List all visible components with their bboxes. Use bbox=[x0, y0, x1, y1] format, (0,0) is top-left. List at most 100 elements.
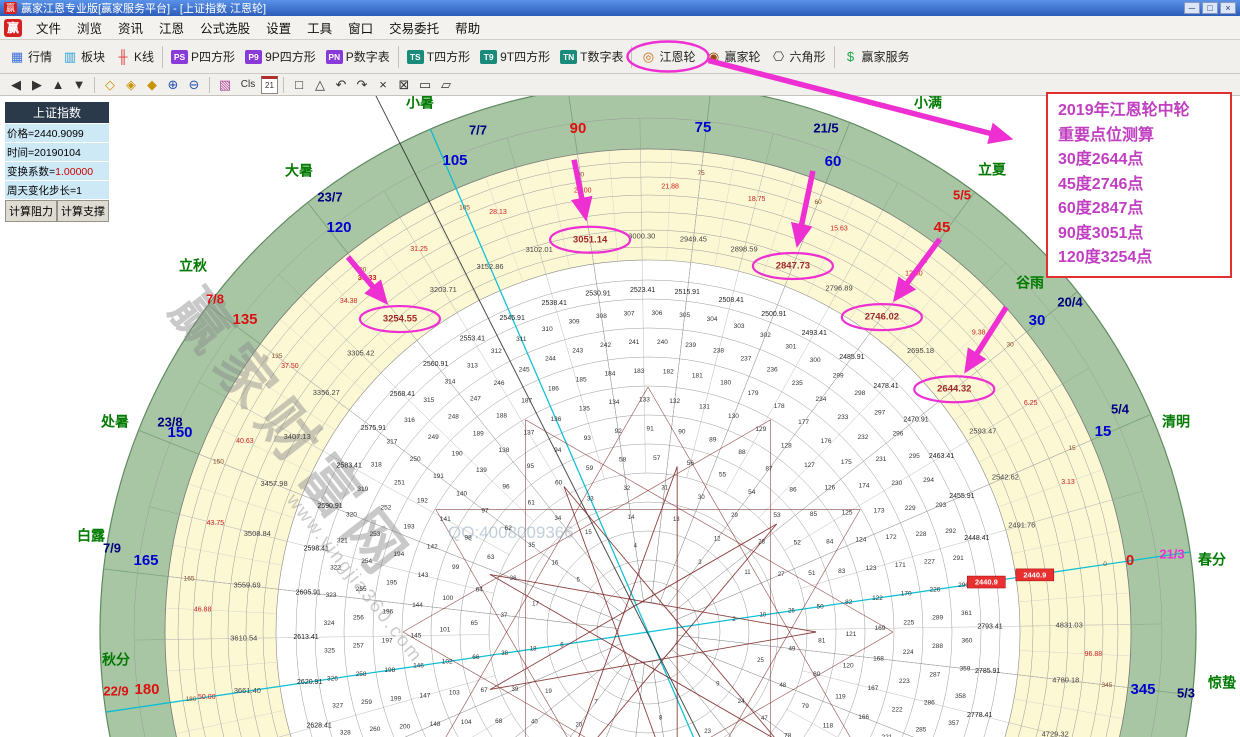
move-tool-icon[interactable]: ▭ bbox=[415, 76, 435, 94]
wheel-number: 2568.41 bbox=[390, 391, 415, 398]
wheel-number: 2778.41 bbox=[967, 712, 992, 719]
wheel-number: 92 bbox=[615, 428, 623, 435]
delete-icon[interactable]: × bbox=[373, 76, 393, 94]
toolbar-button-t9-square[interactable]: T99T四方形 bbox=[475, 45, 555, 68]
nav-down-icon[interactable]: ▼ bbox=[69, 76, 89, 94]
menu-item[interactable]: 工具 bbox=[299, 16, 340, 39]
menu-item[interactable]: 资讯 bbox=[110, 16, 151, 39]
menu-item[interactable]: 文件 bbox=[28, 16, 69, 39]
toolbar-button-t-table[interactable]: TNT数字表 bbox=[555, 45, 628, 68]
wheel-number: 2949.45 bbox=[680, 234, 707, 243]
wheel-number: 2448.41 bbox=[964, 535, 989, 542]
menu-item[interactable]: 公式选股 bbox=[192, 16, 258, 39]
annotation-line: 重要点位测算 bbox=[1058, 124, 1220, 149]
solar-term-label: 白露 bbox=[77, 528, 106, 544]
wheel-number: 2590.91 bbox=[317, 503, 342, 510]
info-row-value: 20190104 bbox=[34, 147, 81, 159]
menu-item[interactable]: 交易委托 bbox=[381, 16, 447, 39]
nav-left-icon[interactable]: ◀ bbox=[6, 76, 26, 94]
toolbar-button-p9-square[interactable]: P99P四方形 bbox=[240, 45, 321, 68]
wheel-number: 252 bbox=[380, 505, 391, 512]
wheel-number: 287 bbox=[929, 671, 940, 678]
triangle-tool-icon[interactable]: △ bbox=[310, 76, 330, 94]
date-label: 22/9 bbox=[103, 683, 128, 698]
degree-label: 90 bbox=[570, 120, 587, 137]
calc-resistance-button[interactable]: 计算阻力 bbox=[5, 200, 57, 222]
diamond-solid-tool-icon[interactable]: ◆ bbox=[142, 76, 162, 94]
wheel-number: 325 bbox=[324, 648, 335, 655]
toolbar-button-sectors[interactable]: ▥板块 bbox=[57, 45, 110, 68]
toolbar-button-p-square[interactable]: PSP四方形 bbox=[166, 45, 240, 68]
wheel-number: 6.25 bbox=[1024, 400, 1038, 407]
toolbar-button-hexagon[interactable]: ⎔六角形 bbox=[766, 45, 831, 68]
zoom-out-icon[interactable]: ⊖ bbox=[184, 76, 204, 94]
wheel-number: 68 bbox=[495, 718, 503, 725]
delete-all-icon[interactable]: ⊠ bbox=[394, 76, 414, 94]
toolbar-button-quotes[interactable]: ▦行情 bbox=[4, 45, 57, 68]
toolbar-button-winner-wheel[interactable]: ◉赢家轮 bbox=[700, 45, 765, 68]
wheel-number: 2545.91 bbox=[500, 315, 525, 322]
calc-support-button[interactable]: 计算支撑 bbox=[57, 200, 109, 222]
wheel-number: 120 bbox=[843, 663, 854, 670]
maximize-button[interactable]: □ bbox=[1202, 2, 1218, 14]
clear-button[interactable]: Cls bbox=[236, 76, 260, 94]
palette-icon[interactable]: ▧ bbox=[215, 76, 235, 94]
wheel-number: 23 bbox=[704, 729, 711, 735]
close-button[interactable]: × bbox=[1220, 2, 1236, 14]
wheel-number: 172 bbox=[886, 534, 897, 541]
menu-item[interactable]: 帮助 bbox=[447, 16, 488, 39]
service-icon: $ bbox=[843, 49, 859, 65]
menu-item[interactable]: 浏览 bbox=[69, 16, 110, 39]
wheel-number: 226 bbox=[929, 586, 940, 593]
toolbar-button-label: 赢家服务 bbox=[862, 48, 910, 65]
select-tool-icon[interactable]: ▱ bbox=[436, 76, 456, 94]
wheel-number: 102 bbox=[442, 658, 453, 665]
redo-icon[interactable]: ↷ bbox=[352, 76, 372, 94]
wheel-number: 177 bbox=[798, 419, 809, 426]
wheel-number: 99 bbox=[452, 564, 460, 571]
toolbar-button-service[interactable]: $赢家服务 bbox=[838, 45, 915, 68]
rect-tool-icon[interactable]: □ bbox=[289, 76, 309, 94]
wheel-number: 3305.42 bbox=[347, 349, 374, 358]
info-row: 时间=20190104 bbox=[5, 143, 109, 161]
wheel-number: 2538.41 bbox=[542, 300, 567, 307]
wheel-number: 36 bbox=[510, 576, 517, 582]
minimize-button[interactable]: ─ bbox=[1184, 2, 1200, 14]
nav-up-icon[interactable]: ▲ bbox=[48, 76, 68, 94]
wheel-number: 248 bbox=[448, 414, 459, 421]
diamond-rotate-tool-icon[interactable]: ◈ bbox=[121, 76, 141, 94]
menu-item[interactable]: 江恩 bbox=[151, 16, 192, 39]
wheel-number: 188 bbox=[496, 413, 507, 420]
toolbar-button-gann-wheel[interactable]: ◎江恩轮 bbox=[635, 45, 700, 68]
wheel-number: 317 bbox=[386, 439, 397, 446]
wheel-number: 24 bbox=[738, 699, 745, 705]
zoom-in-icon[interactable]: ⊕ bbox=[163, 76, 183, 94]
wheel-number: 122 bbox=[872, 595, 883, 602]
info-row: 变换系数=1.00000 bbox=[5, 162, 109, 180]
wheel-number: 143 bbox=[418, 572, 429, 579]
menu-item[interactable]: 窗口 bbox=[340, 16, 381, 39]
nav-right-icon[interactable]: ▶ bbox=[27, 76, 47, 94]
wheel-number: 2485.91 bbox=[839, 354, 864, 361]
wheel-number: 61 bbox=[528, 500, 536, 507]
p-square-icon: PS bbox=[171, 50, 188, 64]
toolbar-button-p-table[interactable]: PNP数字表 bbox=[321, 45, 395, 68]
toolbar-button-kline[interactable]: ╫K线 bbox=[110, 45, 159, 68]
wheel-number: 19 bbox=[545, 689, 552, 695]
wheel-number: 295 bbox=[909, 453, 920, 460]
wheel-number: 294 bbox=[923, 477, 934, 484]
diamond-tool-icon[interactable]: ◇ bbox=[100, 76, 120, 94]
undo-icon[interactable]: ↶ bbox=[331, 76, 351, 94]
annotation-line: 90度3051点 bbox=[1058, 222, 1220, 247]
wheel-number: 256 bbox=[353, 614, 364, 621]
toolbar-button-label: 板块 bbox=[81, 48, 105, 65]
wheel-number: 242 bbox=[600, 342, 611, 349]
wheel-number: 98 bbox=[464, 535, 472, 542]
wheel-number: 37.50 bbox=[281, 363, 299, 370]
wheel-number: 37 bbox=[501, 613, 508, 619]
wheel-number: 43.75 bbox=[207, 520, 225, 527]
title-bar: 赢 赢家江恩专业版[赢家服务平台] - [上证指数 江恩轮] ─ □ × bbox=[0, 0, 1240, 16]
calendar-icon[interactable]: 21 bbox=[261, 76, 278, 94]
toolbar-button-t-square[interactable]: TST四方形 bbox=[402, 45, 475, 68]
menu-item[interactable]: 设置 bbox=[258, 16, 299, 39]
